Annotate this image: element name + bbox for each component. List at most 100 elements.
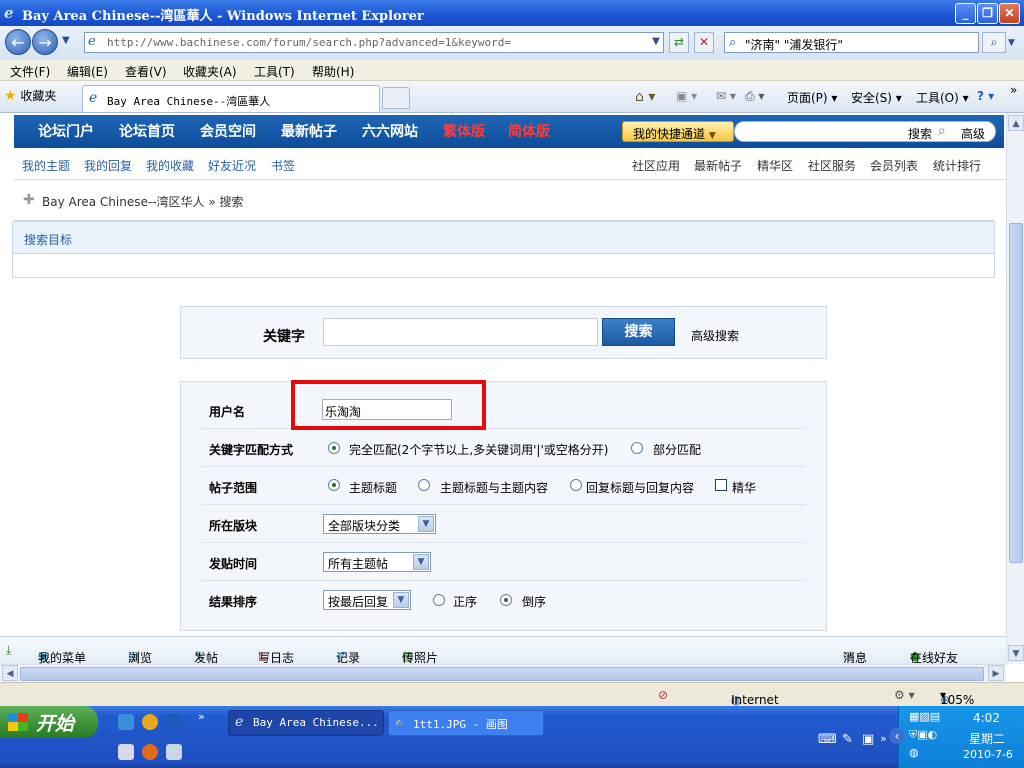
feeds-icon[interactable]: ▣ ▾ <box>676 89 697 103</box>
scroll-right-icon[interactable]: ▶ <box>988 665 1004 681</box>
popup-blocker-icon[interactable]: ⊘ <box>658 688 668 702</box>
mail-icon[interactable]: ✉ ▾ <box>716 89 736 103</box>
close-button[interactable]: ✕ <box>999 3 1020 24</box>
sub-nav-members[interactable]: 会员列表 <box>870 157 918 174</box>
scroll-up-icon[interactable]: ▲ <box>1008 115 1024 131</box>
horizontal-scrollbar[interactable]: ◀ ▶ <box>0 664 1006 682</box>
site-search-button[interactable]: 搜索 <box>908 125 932 142</box>
search-go-button[interactable]: ⌕ <box>982 32 1006 53</box>
scope-reply-radio[interactable] <box>570 479 582 491</box>
nav-latest-posts[interactable]: 最新帖子 <box>281 121 337 141</box>
search-input[interactable]: ⌕ "济南" "浦发银行" <box>724 32 979 53</box>
print-icon[interactable]: ⎙ ▾ <box>745 89 764 104</box>
sub-nav-my-favorites[interactable]: 我的收藏 <box>146 157 194 174</box>
refresh-icon[interactable]: ⇄ <box>669 32 689 53</box>
post-time-select[interactable]: 所有主题帖 ▼ <box>323 552 431 572</box>
quicklaunch-firefox-icon[interactable] <box>142 744 158 760</box>
vertical-scrollbar[interactable]: ▲ ▼ <box>1006 113 1024 664</box>
menu-help[interactable]: 帮助(H) <box>312 63 354 80</box>
favorites-button[interactable]: ★ 收藏夹 <box>4 87 56 104</box>
clock-time[interactable]: 4:02 <box>973 711 1000 725</box>
menu-file[interactable]: 文件(F) <box>10 63 50 80</box>
zoom-button[interactable]: ⊕ 105% ▾ <box>940 688 974 707</box>
site-search-input[interactable]: 搜索 ⌕ 高级 <box>734 121 996 142</box>
tray-icons-row3[interactable]: ◍ <box>909 746 919 759</box>
ime-icon[interactable]: ▣ <box>862 732 874 747</box>
protected-mode-icon[interactable]: ⚙ ▾ <box>894 688 915 702</box>
task-ie-window[interactable]: e Bay Area Chinese... <box>228 710 384 736</box>
ime-more-icon[interactable]: » <box>880 732 887 745</box>
download-icon[interactable]: ⤓ <box>6 643 11 658</box>
nav-six-six[interactable]: 六六网站 <box>362 121 418 141</box>
safety-menu-button[interactable]: 安全(S) ▾ <box>851 89 902 106</box>
digest-checkbox[interactable] <box>715 479 727 491</box>
tray-icons-row1[interactable]: ▦▨▤ <box>909 710 940 723</box>
sub-nav-my-topics[interactable]: 我的主题 <box>22 157 70 174</box>
menu-edit[interactable]: 编辑(E) <box>67 63 108 80</box>
menu-tools[interactable]: 工具(T) <box>254 63 295 80</box>
home-icon[interactable]: ⌂ ▾ <box>635 89 655 105</box>
sort-desc-radio[interactable] <box>500 594 512 606</box>
quicklaunch-anchor-icon[interactable] <box>166 714 182 730</box>
scope-title-content-radio[interactable] <box>418 479 430 491</box>
nav-portal[interactable]: 论坛门户 <box>38 121 94 141</box>
address-dropdown-icon[interactable]: ▼ <box>646 32 666 53</box>
sub-nav-apps[interactable]: 社区应用 <box>632 157 680 174</box>
breadcrumb-site[interactable]: Bay Area Chinese--湾区华人 <box>42 195 205 209</box>
match-exact-radio[interactable] <box>328 442 340 454</box>
board-select[interactable]: 全部版块分类 ▼ <box>323 514 436 534</box>
nav-traditional[interactable]: 繁体版 <box>443 121 485 141</box>
address-input[interactable]: e http://www.bachinese.com/forum/search.… <box>84 32 664 53</box>
quicklaunch-drive-icon[interactable] <box>118 744 134 760</box>
window-title-bar[interactable]: e Bay Area Chinese--湾區華人 - Windows Inter… <box>0 0 1024 26</box>
stop-icon[interactable]: ✕ <box>694 32 714 53</box>
minimize-button[interactable]: _ <box>955 3 976 24</box>
quicklaunch-media-icon[interactable] <box>142 714 158 730</box>
start-button[interactable]: 开始 <box>0 706 98 738</box>
username-input[interactable]: 乐淘淘 <box>322 399 452 420</box>
nav-forum-home[interactable]: 论坛首页 <box>119 121 175 141</box>
sub-nav-digest[interactable]: 精华区 <box>757 157 793 174</box>
pen-icon[interactable]: ✎ <box>842 732 853 747</box>
maximize-button[interactable]: ❐ <box>977 3 998 24</box>
menu-favorites[interactable]: 收藏夹(A) <box>183 63 237 80</box>
new-tab-button[interactable] <box>382 87 410 109</box>
tray-collapse-icon[interactable]: ‹ <box>889 728 905 744</box>
back-button[interactable]: ← <box>5 29 31 55</box>
search-options-icon[interactable]: ▼ <box>1008 38 1015 48</box>
quicklaunch-more-icon[interactable]: » <box>198 710 205 723</box>
sub-nav-my-replies[interactable]: 我的回复 <box>84 157 132 174</box>
page-menu-button[interactable]: 页面(P) ▾ <box>787 89 837 106</box>
help-icon[interactable]: ? ▾ <box>977 89 994 103</box>
scroll-down-icon[interactable]: ▼ <box>1008 645 1024 661</box>
tray-icons-row2[interactable]: ⛨▣◐ <box>909 728 937 742</box>
vertical-scroll-thumb[interactable] <box>1009 223 1023 563</box>
sub-nav-friends[interactable]: 好友近况 <box>208 157 256 174</box>
nav-member-space[interactable]: 会员空间 <box>200 121 256 141</box>
sort-asc-radio[interactable] <box>433 594 445 606</box>
keyword-search-button[interactable]: 搜索 <box>602 318 675 346</box>
forward-button[interactable]: → <box>32 29 58 55</box>
sub-nav-stats[interactable]: 统计排行 <box>933 157 981 174</box>
quicklaunch-app-icon[interactable] <box>166 744 182 760</box>
task-paint-window[interactable]: ✍ 1tt1.JPG - 画图 <box>388 710 544 736</box>
scroll-left-icon[interactable]: ◀ <box>2 665 18 681</box>
sub-nav-latest[interactable]: 最新帖子 <box>694 157 742 174</box>
chevron-right-icon[interactable]: » <box>1010 83 1017 97</box>
advanced-search-link[interactable]: 高级搜索 <box>691 327 739 344</box>
horizontal-scroll-thumb[interactable] <box>20 667 984 681</box>
nav-simplified[interactable]: 简体版 <box>508 121 550 141</box>
menu-view[interactable]: 查看(V) <box>125 63 167 80</box>
sub-nav-services[interactable]: 社区服务 <box>808 157 856 174</box>
keyword-input[interactable] <box>323 318 598 346</box>
site-advanced-link[interactable]: 高级 <box>961 125 985 142</box>
tab-bay-area-chinese[interactable]: e Bay Area Chinese--湾區華人 <box>82 85 380 112</box>
keyboard-icon[interactable]: ⌨ <box>818 732 837 747</box>
sub-nav-bookmarks[interactable]: 书签 <box>271 157 295 174</box>
tools-menu-button[interactable]: 工具(O) ▾ <box>916 89 969 106</box>
quicklaunch-ie-icon[interactable] <box>118 714 134 730</box>
scope-title-radio[interactable] <box>328 479 340 491</box>
match-partial-radio[interactable] <box>631 442 643 454</box>
quick-access-dropdown[interactable]: 我的快捷通道 ▼ <box>622 121 734 142</box>
sort-select[interactable]: 按最后回复 ▼ <box>323 590 411 610</box>
